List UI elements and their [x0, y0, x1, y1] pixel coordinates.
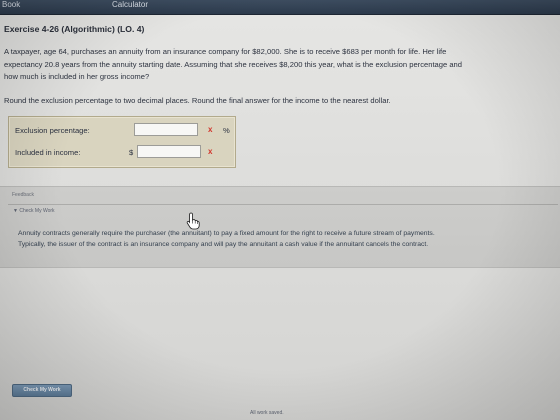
wrong-x-icon: x — [208, 125, 213, 134]
problem-statement: A taxpayer, age 64, purchases an annuity… — [4, 46, 544, 84]
problem-line: how much is included in her gross income… — [4, 72, 150, 81]
exercise-title: Exercise 4-26 (Algorithmic) (LO. 4) — [4, 24, 145, 34]
tab-calculator[interactable]: Calculator — [112, 0, 148, 14]
feedback-panel: Feedback ▼ Check My Work Annuity contrac… — [0, 186, 560, 268]
exclusion-percentage-row: Exclusion percentage: x % — [9, 120, 235, 140]
feedback-divider — [8, 204, 558, 205]
feedback-title: Feedback — [12, 192, 34, 198]
top-navigation-bar: Book Calculator — [0, 0, 560, 15]
feedback-text: Annuity contracts generally require the … — [18, 228, 558, 250]
dollar-prefix: $ — [129, 148, 134, 157]
pointer-hand-icon — [186, 212, 200, 230]
problem-line: expectancy 20.8 years from the annuity s… — [4, 59, 463, 69]
percent-unit: % — [223, 126, 230, 135]
answer-box: Exclusion percentage: x % Included in in… — [8, 116, 236, 168]
exclusion-percentage-label: Exclusion percentage: — [15, 126, 90, 135]
feedback-line: Typically, the issuer of the contract is… — [18, 241, 429, 248]
feedback-line: Annuity contracts generally require the … — [18, 230, 435, 237]
exclusion-percentage-input[interactable] — [134, 123, 198, 136]
check-my-work-button[interactable]: Check My Work — [12, 384, 72, 397]
save-status: All work saved. — [250, 410, 284, 416]
rounding-instruction: Round the exclusion percentage to two de… — [4, 96, 391, 105]
check-my-work-toggle[interactable]: ▼ Check My Work — [13, 208, 55, 214]
assignment-page: Book Calculator Exercise 4-26 (Algorithm… — [0, 0, 560, 420]
included-income-label: Included in income: — [15, 148, 81, 157]
wrong-x-icon: x — [208, 147, 213, 156]
problem-line: A taxpayer, age 64, purchases an annuity… — [4, 47, 447, 56]
included-income-input[interactable] — [137, 145, 201, 158]
tab-book[interactable]: Book — [2, 0, 20, 14]
included-income-row: Included in income: $ x — [9, 142, 235, 162]
